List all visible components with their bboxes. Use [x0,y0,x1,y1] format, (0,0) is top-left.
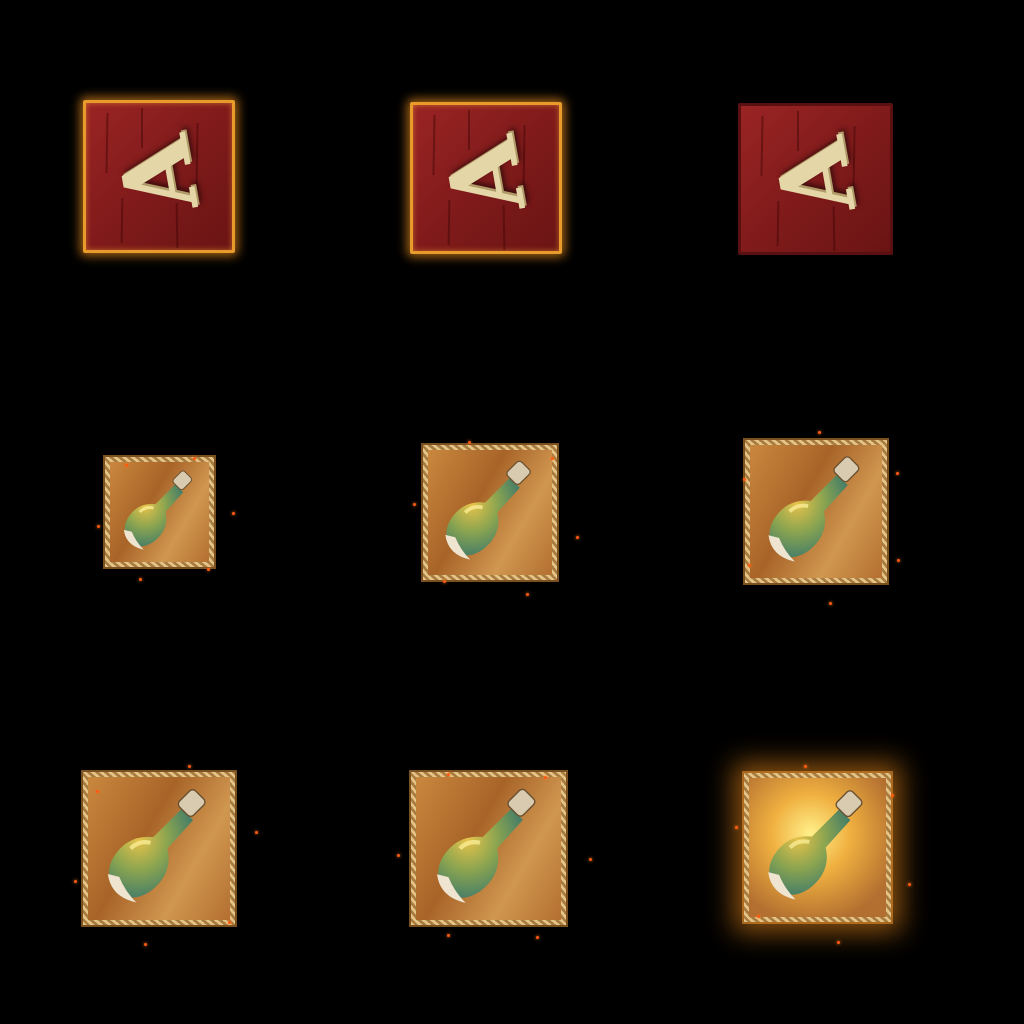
potion-bottle-symbol-tile [742,430,901,605]
ember-particle [526,592,530,596]
ember-particle [188,764,192,768]
ember-particle [742,477,746,481]
ember-particle [255,831,259,835]
ember-particle [897,559,901,563]
letter-a-glyph: A [423,129,548,223]
potion-bottle-icon [123,470,193,550]
ember-particle [908,883,912,887]
ember-particle [231,512,235,516]
letter-a-symbol-tile: A [410,102,562,254]
ember-particle [891,793,895,797]
potion-bottle-icon [437,788,536,903]
letter-a-symbol-tile: A [83,100,235,253]
ember-particle [446,933,450,937]
ember-particle [397,853,401,857]
ember-particle [828,601,832,605]
potion-bottle-symbol-tile [397,772,593,939]
letter-a-glyph: A [752,130,878,224]
ember-particle [803,765,807,769]
ember-particle [817,430,821,434]
wood-crack [502,204,506,251]
wood-crack [832,205,836,252]
potion-bottle-symbol-tile [73,764,259,947]
ember-particle [193,457,197,461]
ember-particle [228,920,232,924]
potion-bottle-icon [445,460,531,560]
letter-a-symbol-tile: A [738,103,893,255]
ember-particle [73,880,77,884]
ember-particle [575,535,579,539]
ember-particle [144,943,148,947]
potion-bottle-icon [107,789,206,903]
potion-bottle-icon [768,790,863,900]
ember-particle [535,936,539,939]
potion-bottle-symbol-tile [97,457,235,582]
ember-particle [139,578,143,582]
ember-particle [442,580,446,584]
ember-particle [756,914,760,918]
ember-particle [896,472,900,476]
potion-bottle-symbol-tile [735,765,912,944]
ember-particle [550,457,554,461]
ember-particle [589,858,593,862]
ember-particle [467,440,471,444]
ember-particle [413,503,417,507]
ember-particle [97,525,101,529]
ember-particle [207,568,211,572]
potion-bottle-symbol-tile [413,440,579,596]
ember-particle [735,826,739,830]
ember-particle [446,773,450,777]
potion-bottle-icon [768,456,860,562]
ember-particle [96,789,100,793]
ember-particle [836,940,840,944]
ember-particle [124,463,128,467]
letter-a-glyph: A [96,128,221,222]
